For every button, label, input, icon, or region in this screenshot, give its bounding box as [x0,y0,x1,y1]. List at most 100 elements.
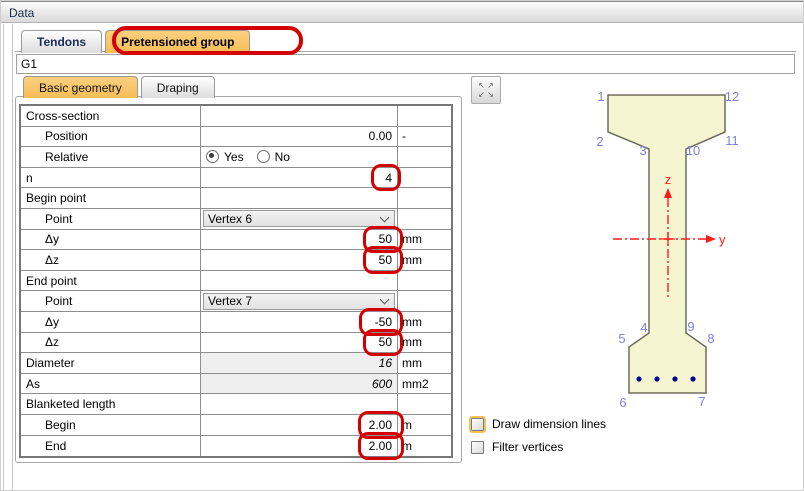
row-unit [398,168,451,188]
row-unit: mm2 [402,376,429,391]
row-label: n [21,167,201,188]
row-label: End point [21,270,201,291]
tab-draping[interactable]: Draping [140,76,215,98]
row-label: Diameter [21,353,201,373]
row-label: Δz [21,332,201,353]
axis-z-label: z [665,172,672,187]
checkbox-label: Filter vertices [492,440,564,454]
end-dz-field[interactable]: 50 [201,328,403,357]
vertex-label: 8 [707,331,714,346]
vertex-label: 12 [725,89,739,104]
row-label: Δz [21,250,201,270]
row-unit [398,394,451,414]
window-title: Data [9,6,35,20]
expand-arrows-icon: ↖ ↗ ↙ ↘ [478,81,494,99]
diagram-options: Draw dimension lines Filter vertices [469,415,607,463]
vertex-label: 2 [596,134,603,149]
table-row-blanketed-end: End 2.00 m [21,431,451,461]
option-draw-dimension-lines: Draw dimension lines [469,415,607,433]
blanketed-begin-field[interactable]: 2.00 [201,410,404,439]
axis-y-label: y [719,232,726,247]
table-row-cross-section: Cross-section [21,106,451,127]
row-label: Δy [21,229,201,250]
table-row-position: Position 0.00 - [21,126,451,148]
data-dialog: Data Tendons Pretensioned group Basic ge… [0,0,804,491]
row-value [201,106,398,126]
vertex-label: 10 [686,143,700,158]
row-unit [398,291,451,311]
checkbox-label: Draw dimension lines [492,417,607,431]
vertex-label: 4 [640,320,647,335]
end-dy-field[interactable]: -50 [201,307,403,336]
tab-basic-geometry[interactable]: Basic geometry [23,76,138,98]
table-row-begin-dz: Δz 50 mm [21,246,451,274]
table-row-as: As 600 mm2 [21,373,451,395]
group-name-input[interactable] [16,54,795,74]
vertex-label: 5 [618,331,625,346]
table-row-n: n 4 [21,163,451,192]
beam-outline-shape [607,94,726,394]
as-field: 600 [201,373,398,394]
checkbox-filter-vertices[interactable] [471,440,484,454]
diameter-field: 16 [201,353,398,373]
vertex-label: 9 [687,319,694,334]
begin-dy-field[interactable]: 50 [201,225,403,254]
tab-pretensioned-group[interactable]: Pretensioned group [105,30,251,53]
strand-dot [672,376,678,382]
strand-dot [636,376,642,382]
row-value: Vertex 6 [201,208,398,229]
row-label: Begin [21,414,201,435]
table-row-begin-dy: Δy 50 mm [21,225,451,254]
row-unit: mm [402,252,422,267]
checkbox-draw-dimension-lines[interactable] [469,415,486,433]
begin-dz-field[interactable]: 50 [201,246,403,274]
strand-dot [690,376,696,382]
vertex-label: 6 [619,395,626,410]
row-label: End [21,435,201,457]
row-label: Begin point [21,188,201,208]
option-filter-vertices: Filter vertices [471,440,606,454]
chevron-down-icon [379,212,390,223]
axis-y-arrow-icon [706,235,716,243]
row-label: Blanketed length [21,394,201,414]
row-unit: m [402,417,412,432]
expand-button[interactable]: ↖ ↗ ↙ ↘ [471,76,501,104]
vertex-label: 1 [597,89,604,104]
row-unit: - [402,129,406,144]
n-field[interactable]: 4 [201,163,401,192]
panel-divider [12,24,13,490]
table-row-diameter: Diameter 16 mm [21,353,451,374]
row-value [201,270,398,291]
row-unit [398,188,451,208]
chevron-down-icon [379,294,390,305]
tab-tendons[interactable]: Tendons [21,30,103,53]
row-unit [398,147,451,167]
row-label: Cross-section [21,106,201,126]
table-row-blanketed-begin: Begin 2.00 m [21,410,451,439]
row-unit: m [402,438,412,453]
row-label: Point [21,291,201,311]
row-label: Point [21,208,201,229]
radio-yes[interactable] [206,150,219,164]
row-value [201,188,398,208]
property-table: Cross-section Position 0.00 - Relative Y… [19,104,453,461]
row-label: Relative [21,147,201,167]
radio-no[interactable] [256,150,270,164]
vertex-label: 11 [725,133,739,148]
row-unit [398,271,451,291]
relative-radio-group: Yes No [201,147,398,167]
vertex-label: 7 [698,394,705,409]
table-row-end-dy: Δy -50 mm [21,307,451,336]
begin-point-dropdown[interactable]: Vertex 6 [203,210,395,228]
row-label: As [21,373,201,394]
table-row-end-point-vertex: Point Vertex 7 [21,291,451,312]
end-point-dropdown[interactable]: Vertex 7 [203,292,395,310]
blanketed-end-field[interactable]: 2.00 [201,431,404,461]
row-unit [398,209,451,229]
position-field[interactable]: 0.00 [201,126,398,147]
table-row-begin-point: Begin point [21,188,451,209]
vertex-label: 3 [639,143,646,158]
table-row-begin-point-vertex: Point Vertex 6 [21,208,451,230]
row-unit: mm [402,335,422,350]
radio-no-label: No [274,149,290,164]
